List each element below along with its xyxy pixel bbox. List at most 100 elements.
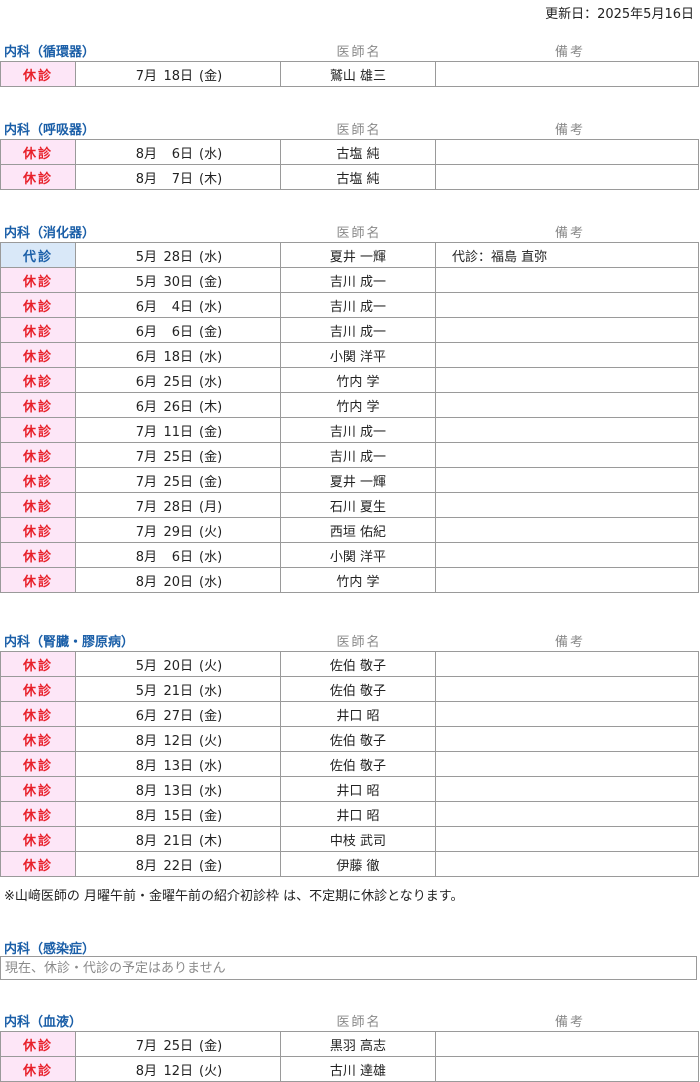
date-weekday: (金) <box>199 424 223 440</box>
table-row: 休診 6月 4日 (水) 吉川 成一 <box>0 292 699 318</box>
date-day: 25日 <box>163 449 193 465</box>
date-month: 7月 <box>135 1038 157 1054</box>
note-cell <box>435 1031 699 1057</box>
note-cell <box>435 776 699 802</box>
status-badge: 休診 <box>0 267 76 293</box>
date-cell: 6月 4日 (水) <box>75 292 281 318</box>
date-weekday: (水) <box>199 783 223 799</box>
status-badge: 休診 <box>0 676 76 702</box>
schedule-section: 内科（循環器） 医師名 備考休診 7月 18日 (金) 鷲山 雄三 <box>0 37 700 87</box>
table-row: 休診 8月 21日 (木) 中枝 武司 <box>0 826 699 852</box>
doctor-name: 黒羽 高志 <box>280 1031 436 1057</box>
status-badge: 休診 <box>0 492 76 518</box>
header-note: 備考 <box>554 1015 585 1030</box>
table-row: 休診 8月 13日 (水) 井口 昭 <box>0 776 699 802</box>
note-cell <box>435 851 699 877</box>
doctor-name: 吉川 成一 <box>280 292 436 318</box>
date-cell: 8月 13日 (水) <box>75 751 281 777</box>
date-cell: 8月 22日 (金) <box>75 851 281 877</box>
table-row: 休診 6月 27日 (金) 井口 昭 <box>0 701 699 727</box>
date-month: 8月 <box>135 1063 157 1079</box>
header-note: 備考 <box>554 45 585 60</box>
date-month: 7月 <box>135 499 157 515</box>
status-badge: 休診 <box>0 726 76 752</box>
date-weekday: (火) <box>199 524 223 540</box>
dept-title: 内科（循環器） <box>4 45 96 60</box>
date-month: 5月 <box>135 274 157 290</box>
date-month: 8月 <box>135 833 157 849</box>
doctor-name: 佐伯 敬子 <box>280 751 436 777</box>
date-weekday: (金) <box>199 708 223 724</box>
table-row: 休診 6月 6日 (金) 吉川 成一 <box>0 317 699 343</box>
table-row: 休診 8月 22日 (金) 伊藤 徹 <box>0 851 699 877</box>
schedule-section: 内科（消化器） 医師名 備考 代診 5月 28日 (水) 夏井 一輝 代診：福島 直弥 休診 5月 3… <box>0 218 700 593</box>
date-day: 27日 <box>163 708 193 724</box>
status-badge: 休診 <box>0 651 76 677</box>
date-weekday: (金) <box>199 274 223 290</box>
doctor-name: 石川 夏生 <box>280 492 436 518</box>
note-cell <box>435 467 699 493</box>
dept-title: 内科（腎臓・膠原病） <box>4 635 135 650</box>
section-header: 内科（血液） 医師名 備考 <box>0 1007 700 1031</box>
table-row: 休診 5月 30日 (金) 吉川 成一 <box>0 267 699 293</box>
doctor-name: 井口 昭 <box>280 701 436 727</box>
note-cell <box>435 164 699 190</box>
table-row: 代診 5月 28日 (水) 夏井 一輝 代診：福島 直弥 <box>0 242 699 268</box>
schedule-section: 内科（腎臓・膠原病） 医師名 備考 休診 5月 20日 (火) 佐伯 敬子 休診 5月 21日 (水)… <box>0 627 700 877</box>
date-month: 5月 <box>135 249 157 265</box>
date-month: 6月 <box>135 299 157 315</box>
updated-date: 更新日：2025年5月16日 <box>545 7 694 22</box>
note-cell <box>435 267 699 293</box>
date-cell: 7月 25日 (金) <box>75 1031 281 1057</box>
table-row: 休診 8月 7日 (木) 古塩 純 <box>0 164 699 190</box>
date-weekday: (木) <box>199 833 223 849</box>
doctor-name: 夏井 一輝 <box>280 242 436 268</box>
status-badge: 休診 <box>0 567 76 593</box>
date-cell: 7月 28日 (月) <box>75 492 281 518</box>
status-badge: 休診 <box>0 392 76 418</box>
date-weekday: (火) <box>199 658 223 674</box>
table-row: 休診 7月 25日 (金) 吉川 成一 <box>0 442 699 468</box>
date-cell: 6月 18日 (水) <box>75 342 281 368</box>
date-month: 8月 <box>135 171 157 187</box>
date-month: 6月 <box>135 349 157 365</box>
doctor-name: 吉川 成一 <box>280 417 436 443</box>
date-day: 21日 <box>163 683 193 699</box>
status-badge: 休診 <box>0 701 76 727</box>
doctor-name: 吉川 成一 <box>280 267 436 293</box>
note-cell <box>435 392 699 418</box>
table-row: 休診 8月 15日 (金) 井口 昭 <box>0 801 699 827</box>
date-cell: 7月 18日 (金) <box>75 61 281 87</box>
note-cell <box>435 292 699 318</box>
date-cell: 6月 25日 (水) <box>75 367 281 393</box>
table-row: 休診 7月 25日 (金) 夏井 一輝 <box>0 467 699 493</box>
date-cell: 6月 27日 (金) <box>75 701 281 727</box>
date-cell: 5月 21日 (水) <box>75 676 281 702</box>
date-cell: 8月 6日 (水) <box>75 139 281 165</box>
table-row: 休診 8月 13日 (水) 佐伯 敬子 <box>0 751 699 777</box>
note-cell <box>435 676 699 702</box>
date-weekday: (水) <box>199 146 223 162</box>
date-weekday: (金) <box>199 324 223 340</box>
doctor-name: 西垣 佑紀 <box>280 517 436 543</box>
header-doctor: 医師名 <box>336 45 382 60</box>
footnote: ※山﨑医師の 月曜午前・金曜午前の紹介初診枠 は、不定期に休診となります。 <box>4 889 464 904</box>
date-month: 5月 <box>135 683 157 699</box>
schedule-table: 休診 8月 6日 (水) 古塩 純休診 8月 7日 (木) 古塩 純 <box>0 139 699 190</box>
date-cell: 8月 6日 (水) <box>75 542 281 568</box>
note-cell <box>435 139 699 165</box>
table-row: 休診 6月 18日 (水) 小関 洋平 <box>0 342 699 368</box>
date-month: 6月 <box>135 399 157 415</box>
doctor-name: 鷲山 雄三 <box>280 61 436 87</box>
note-cell <box>435 1056 699 1082</box>
date-day: 13日 <box>163 783 193 799</box>
date-weekday: (水) <box>199 249 223 265</box>
status-badge: 休診 <box>0 442 76 468</box>
status-badge: 休診 <box>0 1031 76 1057</box>
status-badge: 休診 <box>0 61 76 87</box>
status-badge: 休診 <box>0 164 76 190</box>
date-day: 22日 <box>163 858 193 874</box>
date-cell: 8月 12日 (火) <box>75 1056 281 1082</box>
date-weekday: (金) <box>199 68 223 84</box>
date-weekday: (月) <box>199 499 223 515</box>
